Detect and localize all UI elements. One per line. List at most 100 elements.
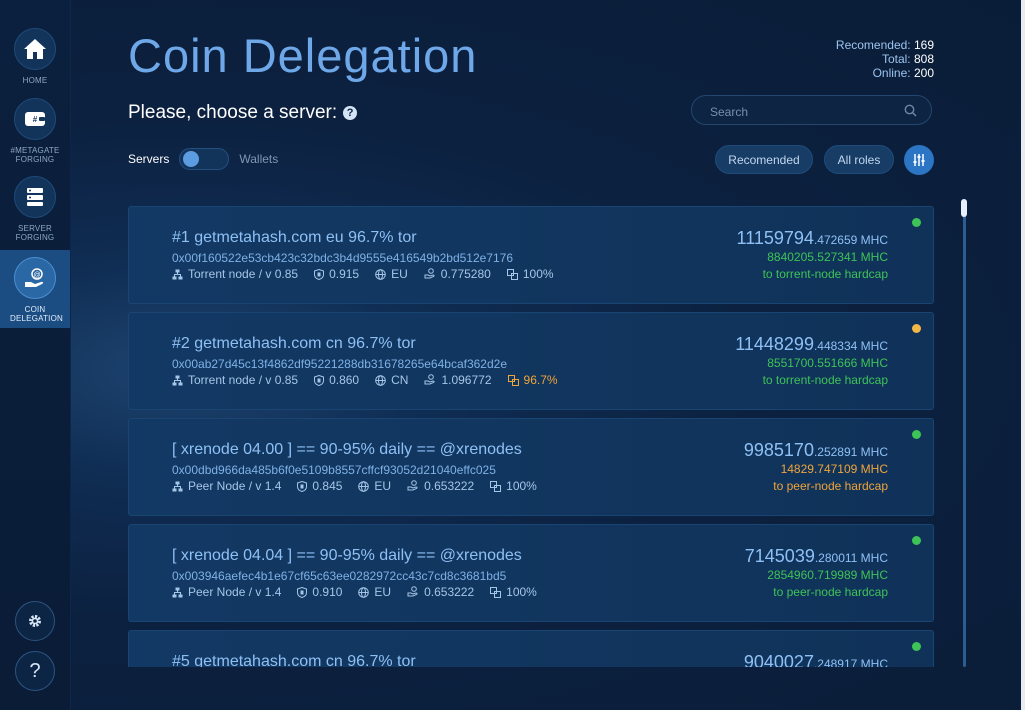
remaining-amount: 8840205.527341 MHC [767, 250, 888, 264]
shield-icon [297, 480, 308, 492]
list-scrollbar[interactable] [963, 199, 966, 667]
stat-online: Online: 200 [872, 66, 934, 80]
network-icon [172, 587, 183, 597]
wallets-label[interactable]: Wallets [239, 152, 278, 166]
server-card[interactable]: [ xrenode 04.04 ] == 90-95% daily == @xr… [128, 524, 934, 622]
server-score: 0.860 [314, 373, 359, 387]
node-type: Peer Node / v 1.4 [172, 585, 281, 599]
home-icon [14, 28, 56, 70]
sidebar-item-home[interactable]: HOME [0, 28, 70, 90]
status-indicator [912, 324, 921, 333]
gear-icon [27, 613, 43, 629]
hardcap-label: to torrent-node hardcap [762, 373, 888, 387]
globe-icon [375, 268, 386, 280]
help-icon: ? [29, 659, 41, 682]
stat-total: Total: 808 [881, 52, 934, 66]
shield-icon [314, 374, 325, 386]
all-roles-filter-button[interactable]: All roles [824, 145, 894, 174]
search-box [691, 95, 932, 125]
server-address: 0x00ab27d45c13f4862df95221288db31678265e… [172, 357, 507, 371]
choose-server-heading: Please, choose a server: ? [128, 102, 358, 124]
remaining-amount: 8551700.551666 MHC [767, 356, 888, 370]
filter-settings-button[interactable] [904, 145, 934, 175]
server-address: 0x00f160522e53cb423c32bdc3b4d9555e416549… [172, 251, 514, 265]
stat-recommended: Recomended: 169 [835, 38, 934, 52]
servers-wallets-toggle[interactable] [179, 148, 230, 170]
server-name: [ xrenode 04.04 ] == 90-95% daily == @xr… [172, 547, 522, 564]
server-card[interactable]: #2 getmetahash.com cn 96.7% tor 0x00ab27… [128, 312, 934, 410]
servers-wallets-switch: Servers Wallets [128, 148, 278, 170]
delegation-icon: @ [14, 257, 56, 299]
hand-coin-icon [424, 268, 435, 279]
choose-server-label: Please, choose a server: [128, 102, 338, 123]
status-indicator [912, 536, 921, 545]
status-indicator [912, 430, 921, 439]
delegated-amount: 11448299.448334 MHC [735, 334, 888, 354]
search-icon[interactable] [904, 104, 917, 122]
sidebar-item-server-forging[interactable]: SERVER FORGING [0, 176, 70, 246]
server-region: EU [358, 585, 391, 599]
network-icon [172, 481, 183, 491]
uptime-icon [490, 480, 502, 492]
recommended-filter-button[interactable]: Recomended [715, 145, 813, 174]
list-scrollbar-thumb[interactable] [961, 199, 967, 217]
hand-coin-icon [407, 480, 418, 491]
delegated-amount: 9985170.252891 MHC [743, 440, 888, 460]
window-edge [1021, 0, 1025, 710]
server-address: 0x00dbd966da485b6f0e5109b8557cffcf93052d… [172, 463, 496, 477]
sidebar-item-metagate-forging[interactable]: # #METAGATE FORGING [0, 98, 70, 168]
uptime-icon [507, 374, 519, 386]
globe-icon [358, 586, 370, 598]
page-title: Coin Delegation [128, 29, 478, 82]
server-name: #2 getmetahash.com cn 96.7% tor [172, 335, 416, 352]
search-input[interactable] [708, 102, 902, 122]
server-icon [14, 176, 56, 218]
servers-label[interactable]: Servers [128, 152, 169, 166]
question-icon[interactable]: ? [343, 106, 358, 120]
wallet-icon: # [14, 98, 56, 140]
sidebar-item-label: #METAGATE FORGING [10, 146, 60, 164]
server-region: EU [375, 267, 408, 281]
remaining-amount: 2854960.719989 MHC [767, 568, 888, 582]
server-list: #1 getmetahash.com eu 96.7% tor 0x00f160… [128, 206, 934, 667]
server-meta: Torrent node / v 0.85 0.860 CN 1.096772 … [172, 373, 574, 387]
delegated-amount: 9040027.248917 MHC [743, 652, 888, 667]
server-meta: Torrent node / v 0.85 0.915 EU 0.775280 … [172, 267, 570, 281]
help-button[interactable]: ? [15, 651, 55, 691]
server-region: CN [375, 373, 408, 387]
delegated-amount: 7145039.280011 MHC [744, 546, 888, 566]
shield-icon [314, 268, 325, 280]
sidebar-item-label: SERVER FORGING [15, 224, 55, 242]
hardcap-label: to torrent-node hardcap [762, 267, 888, 281]
shield-icon [297, 586, 308, 598]
uptime-icon [506, 268, 518, 280]
server-card[interactable]: #5 getmetahash.com cn 96.7% tor 9040027.… [128, 630, 934, 667]
server-meta: Peer Node / v 1.4 0.845 EU 0.653222 100% [172, 479, 553, 493]
server-availability: 100% [490, 479, 537, 493]
server-card[interactable]: [ xrenode 04.00 ] == 90-95% daily == @xr… [128, 418, 934, 516]
svg-text:#: # [33, 115, 38, 124]
hand-coin-icon [407, 586, 418, 597]
sidebar-item-label: HOME [22, 76, 48, 85]
server-name: #1 getmetahash.com eu 96.7% tor [172, 229, 417, 246]
server-stats: Recomended: 169 Total: 808 Online: 200 [836, 38, 934, 80]
globe-icon [375, 374, 386, 386]
settings-button[interactable] [15, 601, 55, 641]
server-address: 0x003946aefec4b1e67cf65c63ee0282972cc43c… [172, 569, 507, 583]
server-availability: 100% [490, 585, 537, 599]
server-ratio: 0.653222 [407, 585, 474, 599]
server-availability: 96.7% [507, 373, 558, 387]
node-type: Torrent node / v 0.85 [172, 373, 298, 387]
status-indicator [912, 218, 921, 227]
node-type: Torrent node / v 0.85 [172, 267, 298, 281]
server-ratio: 1.096772 [424, 373, 492, 387]
server-availability: 100% [506, 267, 554, 281]
network-icon [172, 375, 183, 385]
sidebar-item-coin-delegation[interactable]: @ COIN DELEGATION [0, 250, 70, 328]
toggle-knob [183, 151, 200, 167]
server-card[interactable]: #1 getmetahash.com eu 96.7% tor 0x00f160… [128, 206, 934, 304]
sidebar: HOME # #METAGATE FORGING SERVER FORGING … [0, 0, 71, 710]
remaining-amount: 14829.747109 MHC [780, 462, 888, 476]
server-name: #5 getmetahash.com cn 96.7% tor [172, 653, 416, 667]
server-meta: Peer Node / v 1.4 0.910 EU 0.653222 100% [172, 585, 553, 599]
